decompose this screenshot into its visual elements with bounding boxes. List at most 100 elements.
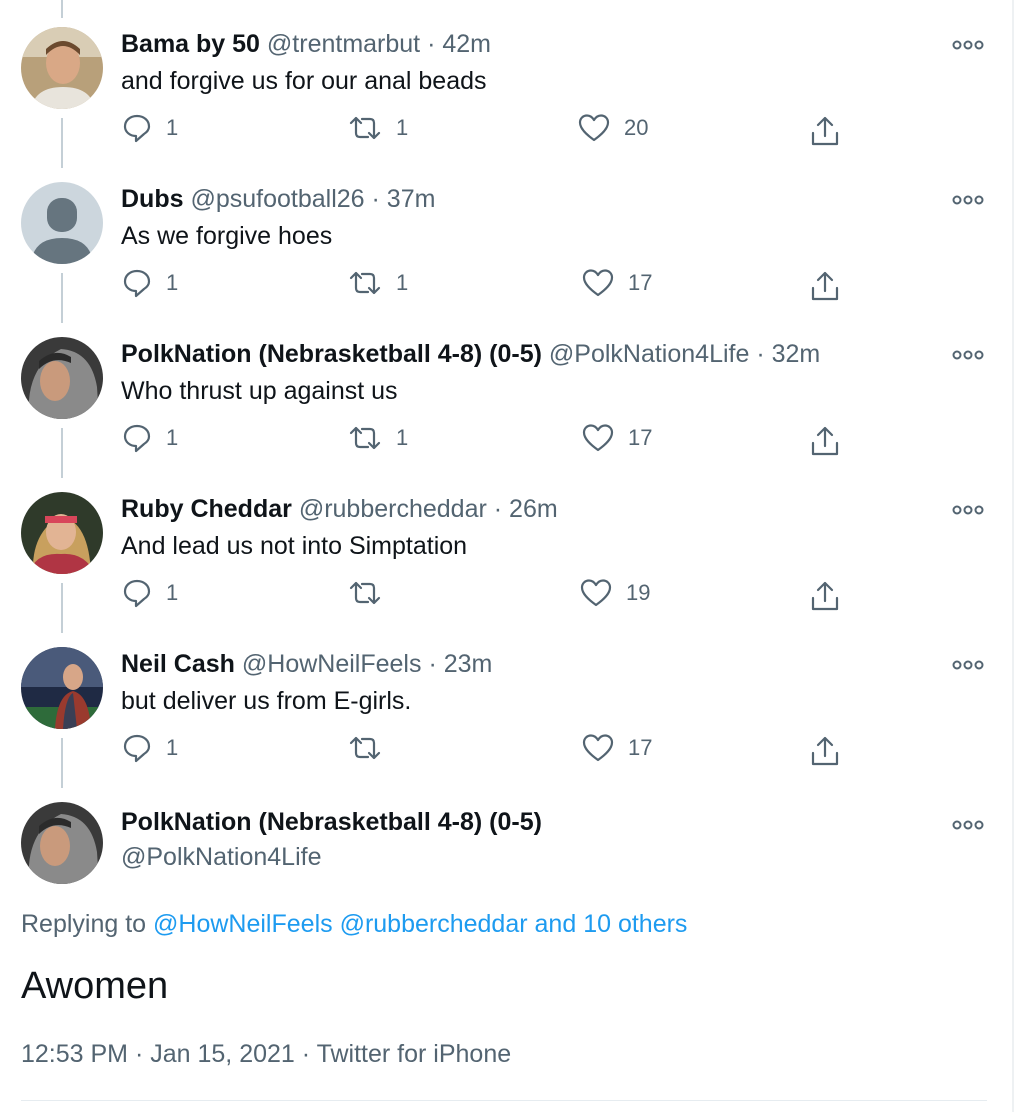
display-name[interactable]: PolkNation (Nebrasketball 4-8) (0-5) [121, 340, 542, 368]
avatar[interactable] [21, 182, 103, 264]
more-icon[interactable] [951, 658, 985, 670]
avatar-photo [21, 337, 103, 419]
retweet-button[interactable]: 1 [348, 423, 408, 453]
avatar[interactable] [21, 337, 103, 419]
username[interactable]: @HowNeilFeels [242, 650, 422, 678]
like-count: 17 [628, 735, 653, 760]
retweet-icon [349, 116, 381, 140]
reply-mention-rubbercheddar[interactable]: @rubbercheddar [340, 910, 528, 938]
tweet-header: Dubs @psufootball26 · 37m [121, 185, 435, 214]
timestamp[interactable]: 32m [772, 340, 821, 368]
reply-count: 1 [166, 580, 179, 605]
username[interactable]: @PolkNation4Life [549, 340, 750, 368]
like-button[interactable]: 17 [582, 733, 652, 763]
avatar[interactable] [21, 492, 103, 574]
like-button[interactable]: 17 [582, 423, 652, 453]
tweet-text: and forgive us for our anal beads [121, 67, 487, 95]
main-username[interactable]: @PolkNation4Life [121, 843, 322, 872]
like-icon [580, 579, 612, 607]
share-button[interactable] [810, 580, 840, 612]
reply-button[interactable]: 1 [122, 578, 178, 608]
timestamp[interactable]: 42m [442, 30, 491, 58]
reply-mention-others[interactable]: and 10 others [535, 910, 688, 938]
timestamp[interactable]: 23m [444, 650, 493, 678]
display-name[interactable]: Neil Cash [121, 650, 235, 678]
reply-button[interactable]: 1 [122, 733, 178, 763]
like-button[interactable]: 17 [582, 268, 652, 298]
retweet-button[interactable] [348, 733, 382, 763]
tweet-time[interactable]: 12:53 PM [21, 1040, 128, 1068]
username[interactable]: @rubbercheddar [299, 495, 487, 523]
timestamp[interactable]: 37m [387, 185, 436, 213]
main-avatar[interactable] [21, 802, 103, 884]
display-name[interactable]: Ruby Cheddar [121, 495, 292, 523]
more-icon[interactable] [951, 38, 985, 50]
avatar-photo [21, 647, 103, 729]
reply-button[interactable]: 1 [122, 268, 178, 298]
share-button[interactable] [810, 115, 840, 147]
tweet-actions: 1 1 20 [0, 113, 1024, 153]
reply-icon [123, 579, 151, 608]
retweet-count: 1 [396, 270, 409, 295]
like-button[interactable]: 20 [578, 113, 648, 143]
separator: · [427, 30, 436, 58]
reply-icon [123, 269, 151, 298]
reply-icon [123, 114, 151, 143]
reply-button[interactable]: 1 [122, 113, 178, 143]
username[interactable]: @trentmarbut [267, 30, 420, 58]
divider [21, 1100, 987, 1101]
like-button[interactable]: 19 [580, 578, 650, 608]
share-button[interactable] [810, 735, 840, 767]
tweet-header: PolkNation (Nebrasketball 4-8) (0-5) @Po… [121, 340, 820, 369]
retweet-button[interactable] [348, 578, 382, 608]
retweet-count: 1 [396, 425, 409, 450]
separator: · [493, 495, 503, 523]
default-avatar-icon [21, 182, 103, 264]
tweet-source[interactable]: Twitter for iPhone [317, 1040, 512, 1068]
like-icon [578, 114, 610, 142]
reply-icon [123, 424, 151, 453]
like-count: 17 [628, 425, 653, 450]
separator: · [134, 1040, 144, 1068]
scrollbar-track[interactable] [1012, 0, 1014, 1112]
share-icon [811, 736, 839, 766]
more-icon[interactable] [951, 503, 985, 515]
avatar[interactable] [21, 27, 103, 109]
separator: · [301, 1040, 311, 1068]
more-icon[interactable] [951, 348, 985, 360]
reply-count: 1 [166, 425, 179, 450]
reply-mention-howneilfeels[interactable]: @HowNeilFeels [153, 910, 333, 938]
avatar[interactable] [21, 647, 103, 729]
main-display-name[interactable]: PolkNation (Nebrasketball 4-8) (0-5) [121, 808, 542, 837]
more-icon[interactable] [951, 193, 985, 205]
display-name[interactable]: Dubs [121, 185, 184, 213]
like-icon [582, 269, 614, 297]
display-name[interactable]: Bama by 50 [121, 30, 260, 58]
main-tweet-text: Awomen [21, 965, 169, 1007]
tweet-actions: 1 17 [0, 733, 1024, 773]
reply-icon [123, 734, 151, 763]
reply-count: 1 [166, 735, 179, 760]
tweet-text: And lead us not into Simptation [121, 532, 468, 560]
reply-button[interactable]: 1 [122, 423, 178, 453]
tweet-header: Bama by 50 @trentmarbut · 42m [121, 30, 491, 59]
share-button[interactable] [810, 270, 840, 302]
avatar-photo [21, 802, 103, 884]
separator: · [428, 650, 437, 678]
tweet-date[interactable]: Jan 15, 2021 [150, 1040, 295, 1068]
retweet-button[interactable]: 1 [348, 113, 408, 143]
avatar-photo [21, 27, 103, 109]
like-count: 20 [624, 115, 649, 140]
retweet-icon [349, 581, 381, 605]
username[interactable]: @psufootball26 [190, 185, 364, 213]
share-icon [811, 426, 839, 456]
more-icon[interactable] [951, 818, 985, 830]
timestamp[interactable]: 26m [509, 495, 558, 523]
replying-prefix: Replying to [21, 910, 147, 938]
tweet-header: Neil Cash @HowNeilFeels · 23m [121, 650, 492, 679]
like-icon [582, 734, 614, 762]
share-button[interactable] [810, 425, 840, 457]
like-count: 19 [626, 580, 651, 605]
retweet-button[interactable]: 1 [348, 268, 408, 298]
tweet-header: Ruby Cheddar @rubbercheddar · 26m [121, 495, 558, 524]
